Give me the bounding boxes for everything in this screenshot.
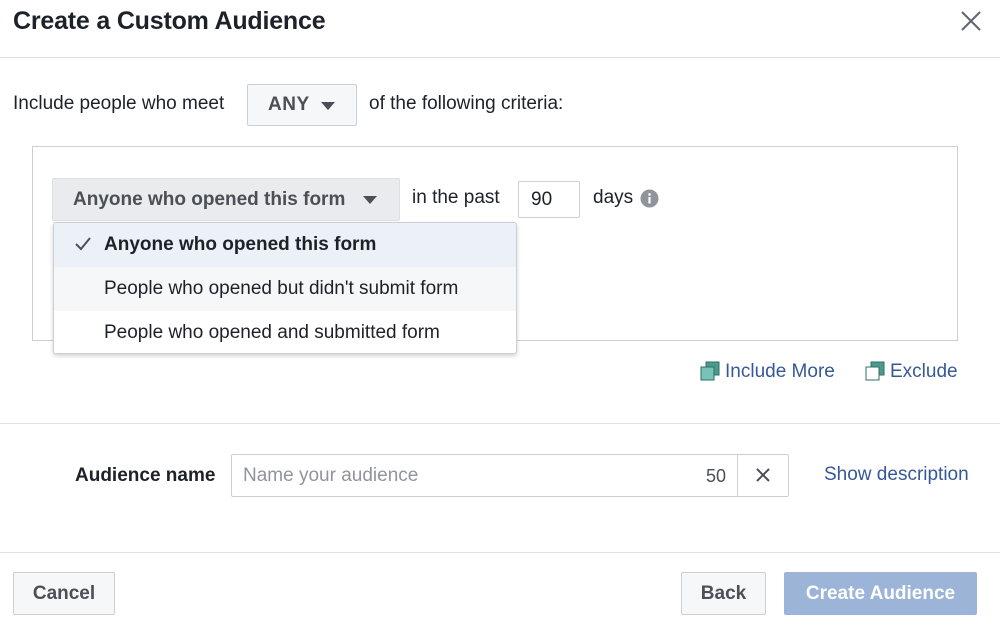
check-icon <box>74 236 92 252</box>
days-input[interactable] <box>518 181 580 218</box>
dialog-header: Create a Custom Audience <box>0 0 1000 58</box>
event-type-dropdown[interactable]: Anyone who opened this form <box>52 178 400 221</box>
menu-item-label: People who opened but didn't submit form <box>104 278 459 299</box>
criteria-suffix: of the following criteria: <box>369 93 564 114</box>
menu-item-label: People who opened and submitted form <box>104 322 440 343</box>
audience-name-field: 50 <box>231 454 789 497</box>
criteria-prefix: Include people who meet <box>13 93 225 114</box>
create-audience-button[interactable]: Create Audience <box>784 572 977 615</box>
menu-item-opened-and-submitted[interactable]: People who opened and submitted form <box>54 311 516 353</box>
menu-item-label: Anyone who opened this form <box>104 234 377 255</box>
clear-icon <box>756 468 770 482</box>
menu-item-anyone-opened[interactable]: Anyone who opened this form <box>54 223 516 267</box>
info-icon[interactable] <box>640 189 659 208</box>
close-icon[interactable] <box>958 8 984 34</box>
caret-down-icon <box>321 102 335 110</box>
include-more-label: Include More <box>725 361 835 382</box>
audience-name-input[interactable] <box>232 455 702 496</box>
exclude-icon <box>865 361 885 381</box>
event-type-menu: Anyone who opened this form People who o… <box>53 222 517 354</box>
char-counter: 50 <box>706 466 727 486</box>
dialog-title: Create a Custom Audience <box>13 7 326 35</box>
match-type-dropdown[interactable]: ANY <box>247 84 357 126</box>
event-type-value: Anyone who opened this form <box>73 189 346 210</box>
footer-divider <box>0 552 1000 553</box>
audience-name-label: Audience name <box>75 465 216 486</box>
menu-item-opened-not-submitted[interactable]: People who opened but didn't submit form <box>54 267 516 311</box>
caret-down-icon <box>363 196 377 204</box>
in-the-past-label: in the past <box>412 187 500 208</box>
match-type-value: ANY <box>268 94 310 115</box>
include-more-icon <box>700 361 720 381</box>
show-description-link[interactable]: Show description <box>824 464 969 486</box>
back-button[interactable]: Back <box>681 572 766 615</box>
exclude-label: Exclude <box>890 361 958 382</box>
section-divider <box>0 423 1000 424</box>
days-label: days <box>593 187 634 208</box>
cancel-button[interactable]: Cancel <box>13 572 115 615</box>
clear-name-button[interactable] <box>737 455 788 496</box>
